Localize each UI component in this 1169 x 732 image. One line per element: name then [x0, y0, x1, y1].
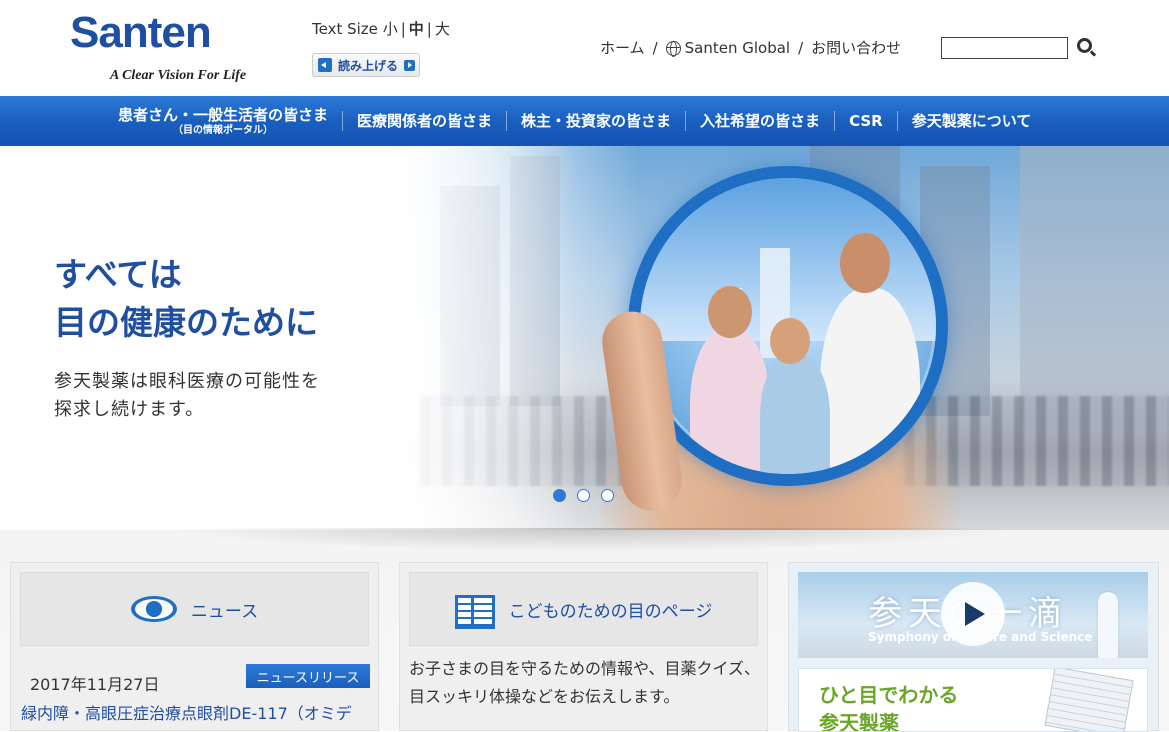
at-a-glance-banner[interactable]: ひと目でわかる 参天製薬: [798, 668, 1148, 732]
util-nav-separator: /: [798, 38, 804, 57]
carousel-dots: [553, 489, 614, 502]
kids-description: お子さまの目を守るための情報や、目薬クイズ、目スッキリ体操などをお伝えします。: [409, 659, 761, 706]
nav-item-medical[interactable]: 医療関係者の皆さま: [342, 111, 506, 131]
carousel-dot-2[interactable]: [577, 489, 590, 502]
news-item-link[interactable]: 緑内障・高眼圧症治療点眼剤DE-117（オミデ: [21, 701, 376, 727]
glance-text: ひと目でわかる 参天製薬: [819, 681, 959, 732]
hero-carousel[interactable]: すべては 目の健康のために 参天製薬は眼科医療の可能性を 探求し続けます。: [0, 146, 1169, 530]
nav-item-careers[interactable]: 入社希望の皆さま: [685, 111, 834, 131]
text-size-control: Text Size 小 | 中 | 大: [312, 20, 450, 38]
contact-link[interactable]: お問い合わせ: [811, 37, 901, 58]
news-category-badge[interactable]: ニュースリリース: [246, 664, 370, 688]
glance-line: ひと目でわかる: [819, 683, 959, 707]
hero-title-line: すべては: [54, 255, 182, 294]
document-image: [1044, 669, 1134, 731]
util-nav-separator: /: [652, 38, 658, 57]
text-size-large[interactable]: 大: [435, 20, 450, 38]
global-nav: 患者さん・一般生活者の皆さま （目の情報ポータル） 医療関係者の皆さま 株主・投…: [0, 96, 1169, 146]
hero-subtitle-line: 探求し続けます。: [54, 399, 205, 420]
read-aloud-label: 読み上げる: [338, 58, 399, 73]
site-header: Santen A Clear Vision For Life Text Size…: [0, 0, 1169, 96]
speaker-icon: [318, 58, 332, 72]
hero-subtitle: 参天製薬は眼科医療の可能性を 探求し続けます。: [54, 368, 320, 424]
news-heading-button[interactable]: ニュース: [20, 572, 369, 646]
nav-item-label: 患者さん・一般生活者の皆さま: [118, 106, 329, 124]
globe-icon: [665, 40, 681, 57]
news-heading: ニュース: [190, 601, 259, 622]
home-link[interactable]: ホーム: [600, 37, 645, 58]
arrow-right-icon: [404, 59, 416, 71]
movie-banner[interactable]: 参天の一滴 Symphony of Nature and Science: [798, 572, 1148, 658]
text-size-small[interactable]: 小: [383, 20, 398, 38]
eye-icon: [130, 596, 177, 622]
global-link[interactable]: Santen Global: [665, 38, 791, 57]
nav-item-investors[interactable]: 株主・投資家の皆さま: [506, 111, 685, 131]
nav-item-patients[interactable]: 患者さん・一般生活者の皆さま （目の情報ポータル）: [104, 105, 342, 137]
carousel-dot-3[interactable]: [601, 489, 614, 502]
search-icon[interactable]: [1077, 38, 1092, 53]
carousel-dot-1[interactable]: [553, 489, 566, 502]
santen-logo[interactable]: Santen A Clear Vision For Life: [70, 8, 270, 88]
read-aloud-button[interactable]: 読み上げる: [312, 53, 420, 77]
nav-item-about[interactable]: 参天製薬について: [896, 111, 1046, 131]
text-size-medium[interactable]: 中: [409, 20, 424, 38]
text-size-label: Text Size: [312, 20, 378, 38]
kids-heading-button[interactable]: こどものための目のページ: [409, 572, 758, 646]
search-input[interactable]: [941, 37, 1068, 59]
news-date: 2017年11月27日: [30, 675, 160, 694]
nav-item-csr[interactable]: CSR: [834, 111, 897, 131]
utility-nav: ホーム / Santen Global / お問い合わせ: [600, 37, 901, 58]
kids-heading: こどものための目のページ: [508, 601, 713, 622]
woman-figure-image: [1098, 592, 1118, 658]
book-icon: [454, 595, 495, 629]
global-link-label: Santen Global: [684, 38, 791, 57]
promo-panel: 参天の一滴 Symphony of Nature and Science ひと目…: [788, 562, 1159, 732]
news-panel: ニュース 2017年11月27日 ニュースリリース 緑内障・高眼圧症治療点眼剤D…: [10, 562, 379, 731]
play-icon[interactable]: [941, 582, 1005, 646]
hero-title-line: 目の健康のために: [54, 303, 318, 342]
hero-subtitle-line: 参天製薬は眼科医療の可能性を: [54, 371, 320, 392]
hero-title: すべては 目の健康のために: [54, 251, 318, 347]
kids-panel: こどものための目のページ お子さまの目を守るための情報や、目薬クイズ、目スッキリ…: [399, 562, 768, 731]
logo-tagline: A Clear Vision For Life: [110, 68, 247, 83]
logo-wordmark: Santen: [70, 8, 212, 57]
glance-line: 参天製薬: [819, 711, 899, 732]
nav-item-sublabel: （目の情報ポータル）: [173, 125, 273, 136]
